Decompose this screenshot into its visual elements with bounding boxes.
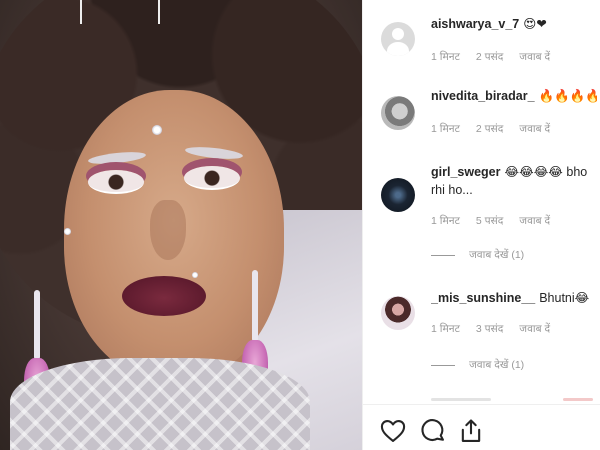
comment-time: 1 मिनट (431, 215, 460, 227)
reply-link[interactable]: जवाब दें (519, 323, 550, 335)
comment-username[interactable]: nivedita_biradar_ (431, 89, 535, 103)
comment-likes[interactable]: 2 पसंद (476, 51, 503, 63)
comment-likes[interactable]: 5 पसंद (476, 215, 503, 227)
right-eye (184, 166, 240, 190)
comment-text-line2: rhi ho... (431, 183, 473, 197)
comment-username[interactable]: girl_sweger (431, 165, 500, 179)
forehead-gem (152, 125, 162, 135)
comment-text: girl_sweger 😂😂😂😂 bho (431, 164, 597, 181)
comment-time: 1 मिनट (431, 123, 460, 135)
comment-likes[interactable]: 2 पसंद (476, 123, 503, 135)
truncated-comment (363, 394, 600, 404)
comment-body: 😍❤ (523, 17, 547, 31)
comment-time: 1 मिनट (431, 323, 460, 335)
headpiece (80, 0, 160, 24)
action-bar (363, 404, 600, 450)
comment-meta: 1 मिनट 3 पसंद जवाब दें (431, 322, 566, 336)
gray-avatar-icon[interactable] (381, 96, 415, 130)
comment-username[interactable]: aishwarya_v_7 (431, 17, 519, 31)
reply-link[interactable]: जवाब दें (519, 215, 550, 227)
nose-shape (150, 200, 186, 260)
comment-body: 😂😂😂😂 bho (504, 165, 588, 179)
comment-text: _mis_sunshine__ Bhutni😂 (431, 290, 597, 307)
comment-username[interactable]: _mis_sunshine__ (431, 291, 535, 305)
left-earring-chain (34, 290, 40, 360)
view-replies-label: जवाब देखें (1) (469, 359, 525, 371)
comment-meta: 1 मिनट 5 पसंद जवाब दें (431, 214, 566, 228)
lip-gem (192, 272, 198, 278)
comment-text: nivedita_biradar_ 🔥🔥🔥🔥 (431, 88, 597, 105)
comment-icon[interactable] (419, 417, 447, 445)
comment-likes[interactable]: 3 पसंद (476, 323, 503, 335)
post-photo (0, 0, 362, 450)
comment-meta: 1 मिनट 2 पसंद जवाब दें (431, 50, 566, 64)
view-replies-label: जवाब देखें (1) (469, 249, 525, 261)
view-replies-link[interactable]: जवाब देखें (1) (431, 358, 524, 372)
comment-meta: 1 मिनट 2 पसंद जवाब दें (431, 122, 566, 136)
comments-list[interactable]: aishwarya_v_7 😍❤ 1 मिनट 2 पसंद जवाब दें niv… (363, 0, 600, 404)
girl-avatar-icon[interactable] (381, 296, 415, 330)
cheek-gem (64, 228, 71, 235)
replies-divider (431, 364, 455, 366)
comment-body: Bhutni😂 (539, 291, 590, 305)
collar-shape (10, 358, 310, 450)
left-eye (88, 170, 144, 194)
default-avatar-icon[interactable] (381, 22, 415, 56)
comment-body: 🔥🔥🔥🔥 (538, 89, 597, 103)
right-earring-chain (252, 270, 258, 342)
reply-link[interactable]: जवाब दें (519, 51, 550, 63)
replies-divider (431, 254, 455, 256)
lips-shape (122, 276, 206, 316)
view-replies-link[interactable]: जवाब देखें (1) (431, 248, 524, 262)
comments-panel: aishwarya_v_7 😍❤ 1 मिनट 2 पसंद जवाब दें niv… (362, 0, 600, 450)
reply-link[interactable]: जवाब दें (519, 123, 550, 135)
share-icon[interactable] (457, 417, 485, 445)
heart-icon[interactable] (379, 417, 407, 445)
comment-text: aishwarya_v_7 😍❤ (431, 16, 597, 33)
dark-avatar-icon[interactable] (381, 178, 415, 212)
comment-time: 1 मिनट (431, 51, 460, 63)
